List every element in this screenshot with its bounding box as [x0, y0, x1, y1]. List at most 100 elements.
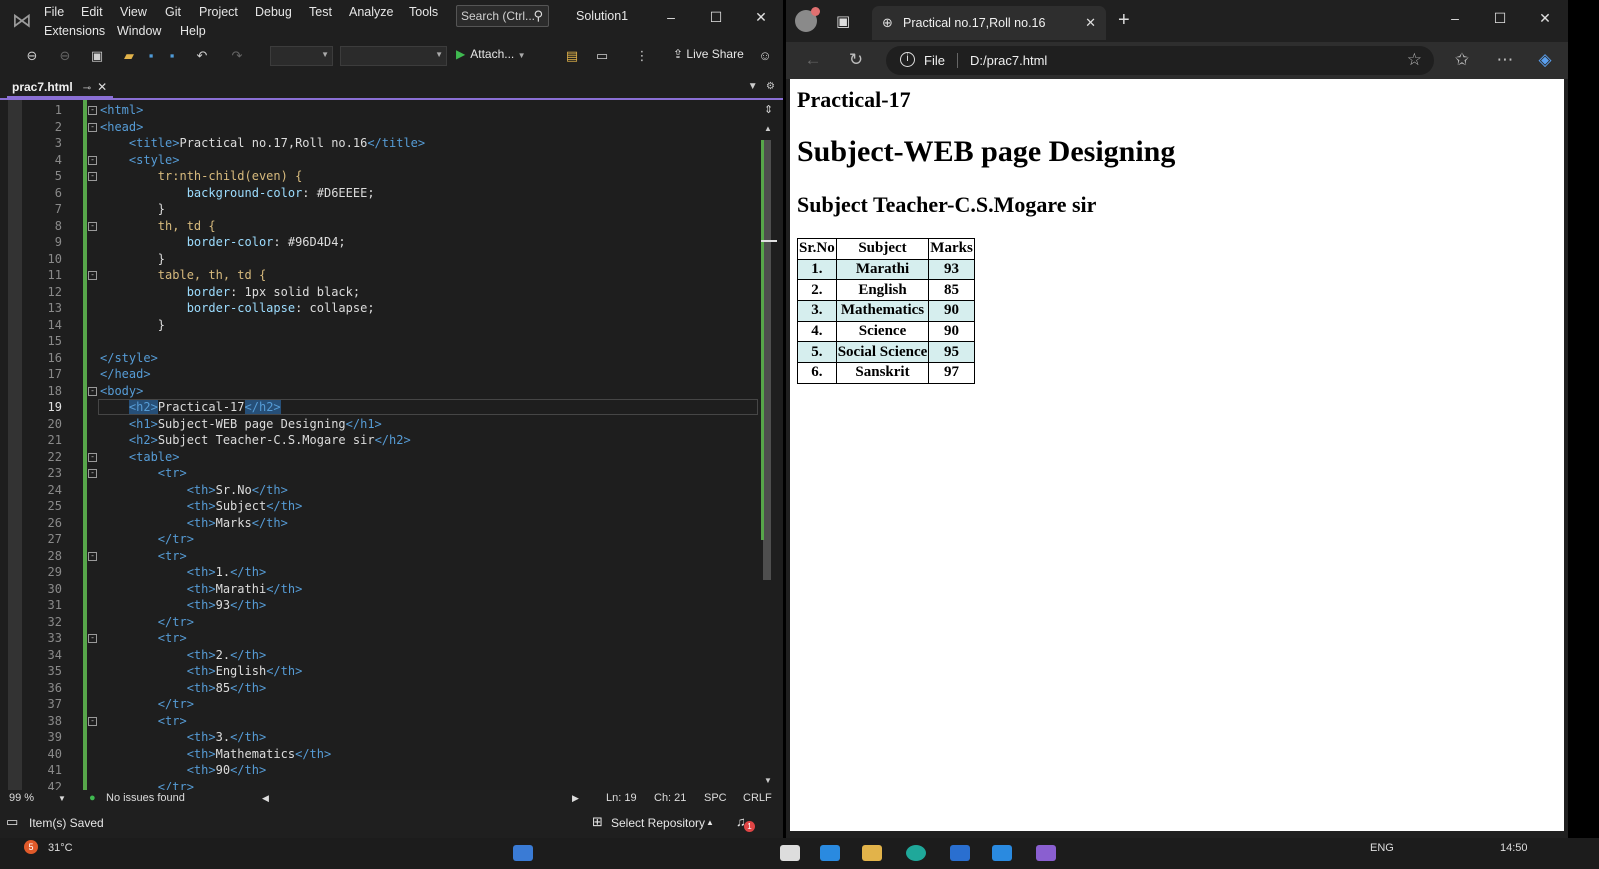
info-icon[interactable]: i: [900, 52, 915, 67]
output-window-icon[interactable]: ▭: [6, 814, 18, 830]
zoom-level[interactable]: 99 %: [9, 792, 34, 804]
menu-view[interactable]: View: [120, 5, 147, 20]
settings-gear-icon[interactable]: ⚙: [766, 81, 775, 92]
back-nav-icon[interactable]: ⊖: [23, 47, 41, 65]
fold-icon[interactable]: -: [88, 172, 97, 181]
menu-test[interactable]: Test: [309, 5, 332, 20]
menu-window[interactable]: Window: [117, 24, 161, 39]
vs-status-bar: ▭ Item(s) Saved ⊞ Select Repository ▲ ♫ …: [0, 812, 783, 834]
redo-icon[interactable]: ↷: [228, 47, 246, 65]
save-all-icon[interactable]: ▪: [163, 47, 181, 65]
table-cell: 6.: [797, 362, 837, 384]
code-editor[interactable]: 1- <html> 2- <head> 3 <title>Practical no.…: [0, 100, 783, 790]
config-dropdown[interactable]: ▼: [270, 46, 333, 66]
platform-dropdown[interactable]: ▼: [340, 46, 447, 66]
attach-button[interactable]: ▶ Attach... ▼: [456, 47, 526, 61]
split-icon[interactable]: ⇕: [764, 103, 773, 116]
fold-icon[interactable]: -: [88, 469, 97, 478]
browser-maximize-button[interactable]: ☐: [1485, 10, 1515, 27]
menu-project[interactable]: Project: [199, 5, 238, 20]
fold-icon[interactable]: -: [88, 221, 97, 231]
new-tab-icon[interactable]: +: [1118, 10, 1130, 30]
line-ending[interactable]: CRLF: [743, 792, 772, 804]
close-tab-icon[interactable]: ✕: [1085, 15, 1096, 31]
close-tab-icon[interactable]: ✕: [97, 80, 107, 94]
scroll-up-icon[interactable]: ▲: [764, 124, 772, 133]
browser-tab-active[interactable]: ⊕ Practical no.17,Roll no.16 ✕: [872, 6, 1106, 40]
copilot-icon[interactable]: ◈: [1534, 50, 1556, 70]
maximize-button[interactable]: ☐: [701, 6, 731, 28]
fold-icon[interactable]: -: [88, 716, 97, 726]
language-indicator[interactable]: ENG: [1370, 842, 1394, 854]
browse-folder-icon[interactable]: ▤: [563, 47, 581, 65]
table-cell: 90: [928, 300, 975, 322]
table-cell: 2.: [797, 279, 837, 302]
page-heading-teacher: Subject Teacher-C.S.Mogare sir: [797, 192, 1097, 217]
favorite-star-icon[interactable]: ☆: [1407, 50, 1422, 70]
fold-icon[interactable]: -: [88, 634, 97, 643]
clock[interactable]: 14:50: [1500, 842, 1528, 854]
select-repository[interactable]: Select Repository: [611, 816, 705, 830]
more-menu-icon[interactable]: ⋯: [1494, 50, 1516, 70]
profile-avatar[interactable]: [795, 7, 820, 32]
fold-icon[interactable]: -: [88, 386, 97, 396]
fold-icon[interactable]: -: [88, 452, 97, 462]
scroll-change-marker: [761, 140, 764, 540]
issues-status[interactable]: No issues found: [106, 792, 185, 804]
favorites-icon[interactable]: ✩: [1451, 50, 1473, 70]
new-project-icon[interactable]: ▣: [88, 47, 106, 65]
zoom-dropdown-icon[interactable]: ▼: [58, 794, 66, 803]
visual-studio-window: ⋈ File Edit View Git Project Debug Test …: [0, 0, 783, 857]
tab-actions-icon[interactable]: ▣: [836, 12, 850, 30]
start-icon[interactable]: [513, 845, 533, 861]
save-icon[interactable]: ▪: [142, 47, 160, 65]
tab-dropdown-icon[interactable]: ▼: [748, 81, 758, 92]
edge-taskbar-icon[interactable]: [906, 845, 926, 861]
fold-icon[interactable]: -: [88, 271, 97, 280]
menu-file[interactable]: File: [44, 5, 64, 20]
visual-studio-taskbar-icon[interactable]: [1036, 845, 1056, 861]
minimize-button[interactable]: –: [656, 6, 686, 28]
back-arrow-icon[interactable]: ←: [802, 50, 824, 70]
menu-tools[interactable]: Tools: [409, 5, 438, 20]
fold-icon[interactable]: -: [88, 106, 97, 115]
menu-help[interactable]: Help: [180, 24, 206, 39]
address-bar[interactable]: i File D:/prac7.html ☆: [886, 46, 1434, 75]
repo-up-icon[interactable]: ▲: [706, 818, 714, 827]
vs-search-box[interactable]: Search (Ctrl... ⚲: [456, 5, 549, 27]
open-folder-icon[interactable]: ▰: [120, 47, 138, 65]
menu-git[interactable]: Git: [165, 5, 181, 20]
tab-controls: ▼ ⚙: [748, 81, 775, 92]
undo-icon[interactable]: ↶: [193, 47, 211, 65]
taskbar-app-icon[interactable]: [780, 845, 800, 861]
browser-minimize-button[interactable]: –: [1440, 10, 1470, 26]
menu-edit[interactable]: Edit: [81, 5, 103, 20]
hscroll-right-icon[interactable]: ▶: [572, 793, 579, 804]
file-explorer-icon[interactable]: [862, 845, 882, 861]
editor-vertical-scrollbar[interactable]: ⇕ ▲ ▼: [761, 100, 777, 790]
temperature[interactable]: 31°C: [48, 842, 73, 854]
browser-close-button[interactable]: ✕: [1530, 10, 1560, 27]
menu-debug[interactable]: Debug: [255, 5, 292, 20]
forward-nav-icon[interactable]: ⊖: [56, 47, 74, 65]
whitespace-mode[interactable]: SPC: [704, 792, 727, 804]
menu-analyze[interactable]: Analyze: [349, 5, 393, 20]
taskbar-app-icon[interactable]: [950, 845, 970, 861]
live-share-button[interactable]: ⇪ Live Share: [673, 47, 744, 61]
close-button[interactable]: ✕: [746, 6, 776, 28]
fold-icon[interactable]: -: [88, 551, 97, 561]
menu-extensions[interactable]: Extensions: [44, 24, 105, 39]
fold-icon[interactable]: -: [88, 155, 97, 165]
feedback-icon[interactable]: ☺: [756, 47, 774, 65]
refresh-icon[interactable]: ↻: [845, 50, 867, 70]
tab-prac7-html[interactable]: prac7.html ⊸ ✕: [7, 78, 114, 98]
fold-icon[interactable]: -: [88, 122, 97, 132]
scroll-down-icon[interactable]: ▼: [764, 776, 772, 785]
scroll-thumb[interactable]: [763, 140, 771, 580]
pin-icon[interactable]: ⊸: [83, 83, 91, 94]
layout-icon[interactable]: ▭: [593, 47, 611, 65]
taskbar-app-icon[interactable]: [820, 845, 840, 861]
grip-icon[interactable]: ⋮: [633, 47, 651, 65]
hscroll-left-icon[interactable]: ◀: [262, 793, 269, 804]
taskbar-app-icon[interactable]: [992, 845, 1012, 861]
